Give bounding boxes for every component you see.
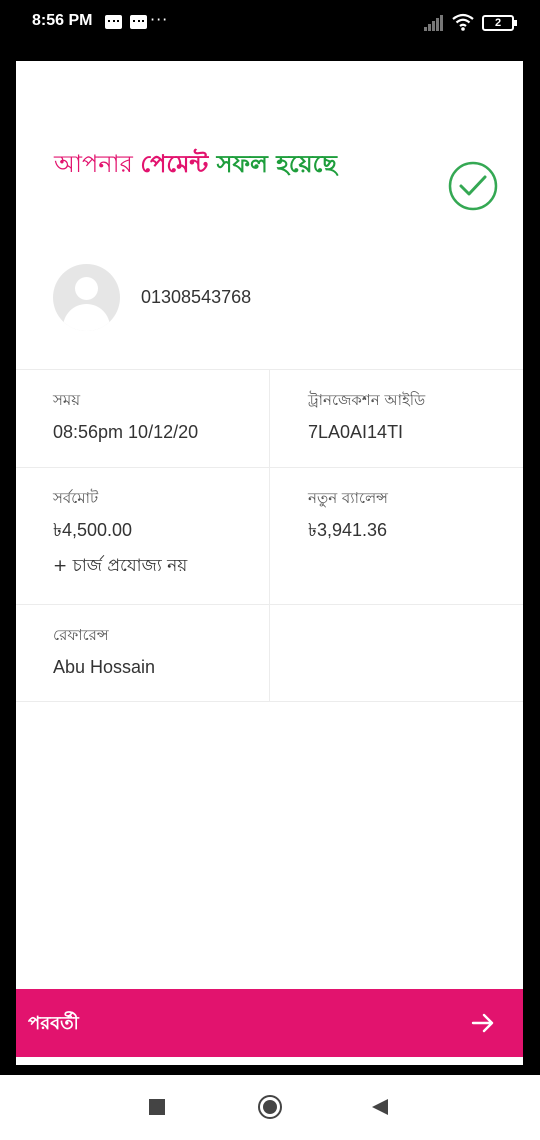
recipient-phone-number: 01308543768: [141, 287, 252, 307]
avatar: [53, 264, 120, 331]
status-bar: 8:56 PM ··· 2: [0, 0, 540, 46]
message-notification-icon: [105, 15, 122, 29]
battery-icon: 2: [482, 15, 517, 31]
back-icon[interactable]: [372, 1099, 388, 1115]
transaction-id-cell: ট্রানজেকশন আইডি 7LA0AI14TI: [269, 370, 522, 467]
headline-part-3: সফল হয়েছে: [216, 150, 337, 178]
time-label: সময়: [53, 391, 81, 409]
new-balance-value: ৳3,941.36: [308, 520, 388, 540]
total-cell: সর্বমোট ৳4,500.00 + চার্জ প্রযোজ্য নয়: [16, 468, 269, 604]
details-row: সর্বমোট ৳4,500.00 + চার্জ প্রযোজ্য নয় ন…: [16, 467, 523, 604]
payment-success-card: আপনার পেমেন্ট সফল হয়েছে 01308543768 সময…: [16, 61, 523, 1065]
headline-part-1: আপনার: [54, 150, 141, 178]
wifi-icon: [452, 13, 474, 31]
new-balance-cell: নতুন ব্যালেন্স ৳3,941.36: [269, 468, 522, 604]
next-button-label: পরবর্তী: [28, 1013, 79, 1034]
arrow-right-icon: [471, 1013, 494, 1033]
transaction-id-label: ট্রানজেকশন আইডি: [308, 391, 426, 409]
details-row: সময় 08:56pm 10/12/20 ট্রানজেকশন আইডি 7L…: [16, 369, 523, 467]
details-row: রেফারেন্স Abu Hossain: [16, 604, 523, 702]
time-value: 08:56pm 10/12/20: [53, 422, 199, 442]
transaction-details-grid: সময় 08:56pm 10/12/20 ট্রানজেকশন আইডি 7L…: [16, 369, 523, 702]
system-navigation-bar: [0, 1075, 540, 1140]
reference-value: Abu Hossain: [53, 657, 156, 677]
transaction-id-value: 7LA0AI14TI: [308, 422, 404, 442]
reference-label: রেফারেন্স: [53, 626, 109, 644]
success-headline: আপনার পেমেন্ট সফল হয়েছে: [54, 147, 374, 181]
total-label: সর্বমোট: [53, 489, 99, 507]
time-cell: সময় 08:56pm 10/12/20: [16, 370, 269, 467]
signal-icon: [424, 15, 446, 31]
new-balance-label: নতুন ব্যালেন্স: [308, 489, 388, 507]
more-notifications-icon: ···: [150, 10, 169, 29]
reference-cell: রেফারেন্স Abu Hossain: [16, 605, 269, 701]
next-button[interactable]: পরবর্তী: [16, 989, 523, 1057]
headline-part-2: পেমেন্ট: [140, 150, 217, 178]
recent-apps-icon[interactable]: [149, 1099, 165, 1115]
charge-note: + চার্জ প্রযোজ্য নয়: [53, 556, 188, 576]
message-notification-icon: [130, 15, 147, 29]
success-check-icon: [448, 161, 498, 211]
status-time: 8:56 PM: [32, 12, 93, 29]
empty-cell: [269, 605, 522, 701]
total-value: ৳4,500.00: [53, 520, 133, 540]
home-icon[interactable]: [258, 1095, 282, 1119]
